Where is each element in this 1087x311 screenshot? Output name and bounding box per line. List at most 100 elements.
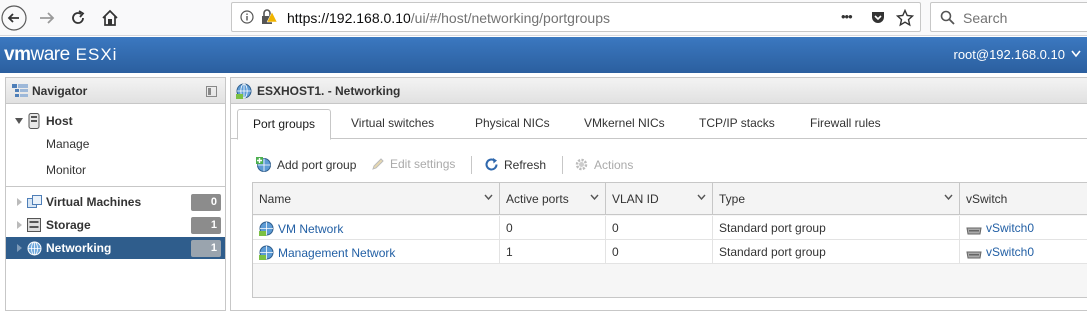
cell-vswitch[interactable]: vSwitch0 [960,240,1087,264]
collapse-panel-icon[interactable] [206,86,217,97]
column-header-vlan-id[interactable]: VLAN ID [606,183,713,215]
tab-physical-nics[interactable]: Physical NICs [475,116,550,130]
chevron-right-icon[interactable] [17,198,22,206]
port-group-icon [259,245,274,260]
toolbar-divider [562,156,563,174]
count-badge: 1 [191,240,221,257]
forward-arrow-icon [40,12,55,24]
reload-button[interactable] [64,4,92,32]
insecure-lock-icon[interactable] [260,9,278,25]
networking-panel: ESXHOST1. - Networking Port groups Virtu… [230,77,1087,311]
tab-firewall-rules[interactable]: Firewall rules [810,116,881,130]
chevron-down-icon[interactable] [590,194,599,200]
gear-icon [575,158,588,171]
navigator-panel: Navigator Host Manage Monitor Virtual Ma… [5,77,226,311]
column-header-type[interactable]: Type [713,183,960,215]
home-icon [102,9,118,26]
column-header-name[interactable]: Name [253,183,500,215]
tab-bar: Port groups Virtual switches Physical NI… [231,104,1087,140]
panel-header: ESXHOST1. - Networking [231,78,1087,104]
edit-settings-label: Edit settings [390,157,456,171]
chevron-down-icon[interactable] [484,194,493,200]
back-button[interactable] [0,4,28,32]
cell-active-ports: 0 [500,216,606,240]
sidebar-item-host[interactable]: Host [6,110,225,132]
column-header-active-ports[interactable]: Active ports [500,183,606,215]
vswitch-icon [966,227,982,235]
chevron-right-icon[interactable] [17,221,22,229]
url-text[interactable]: https://192.168.0.10/ui/#/host/networkin… [287,10,610,26]
sidebar-item-label: Manage [46,137,90,151]
sidebar-item-label: Storage [46,218,91,232]
cell-vswitch[interactable]: vSwitch0 [960,216,1087,240]
add-port-group-button[interactable]: Add port group [256,157,356,173]
brand-vm: vm [4,44,31,65]
url-bar[interactable]: https://192.168.0.10/ui/#/host/networkin… [231,2,921,32]
port-group-link[interactable]: VM Network [278,222,343,236]
expand-caret-icon[interactable] [15,118,23,124]
sidebar-item-label: Host [46,114,73,128]
forward-button[interactable] [33,4,61,32]
browser-toolbar: https://192.168.0.10/ui/#/host/networkin… [0,0,1087,36]
pocket-icon[interactable] [870,10,886,26]
home-button[interactable] [96,4,124,32]
cell-type: Standard port group [713,216,960,240]
column-label: vSwitch [966,192,1008,206]
tab-tcpip-stacks[interactable]: TCP/IP stacks [699,116,775,130]
column-label: VLAN ID [612,192,659,206]
tab-port-groups[interactable]: Port groups [237,109,332,140]
virtual-machines-icon [27,195,42,208]
reload-icon [72,10,85,24]
user-menu[interactable]: root@192.168.0.10 [953,47,1065,62]
refresh-button[interactable]: Refresh [484,157,546,172]
brand-product: ESXi [75,45,118,64]
port-group-link[interactable]: Management Network [278,246,395,260]
page-actions-menu-icon[interactable]: ••• [841,9,853,24]
sidebar-item-manage[interactable]: Manage [6,133,225,155]
column-label: Name [259,192,292,206]
sidebar-item-virtual-machines[interactable]: Virtual Machines 0 [6,191,225,213]
tab-virtual-switches[interactable]: Virtual switches [351,116,434,130]
chevron-down-icon[interactable] [1071,50,1081,58]
cell-vlan-id: 0 [606,240,713,264]
url-host: https://192.168.0.10 [287,10,411,26]
sidebar-item-label: Monitor [46,163,87,177]
table-row[interactable]: VM Network 0 0 Standard port group vSwit… [253,216,1087,240]
sidebar-item-label: Virtual Machines [46,195,142,209]
cell-name[interactable]: VM Network [253,216,500,240]
bookmark-star-icon[interactable] [896,9,914,27]
vswitch-link[interactable]: vSwitch0 [986,221,1034,235]
chevron-down-icon[interactable] [944,194,953,200]
cell-type: Standard port group [713,240,960,264]
table-row[interactable]: Management Network 1 0 Standard port gro… [253,240,1087,264]
sidebar-item-networking[interactable]: Networking 1 [6,237,225,259]
networking-globe-icon [236,83,252,99]
chevron-down-icon[interactable] [697,194,706,200]
search-placeholder: Search [963,10,1008,26]
search-input[interactable]: Search [930,2,1087,32]
back-arrow-icon [1,5,27,31]
actions-button[interactable]: Actions [574,157,633,172]
esxi-header: vmware ESXi root@192.168.0.10 [0,37,1087,73]
column-header-vswitch[interactable]: vSwitch [960,183,1087,215]
host-server-icon [28,113,40,129]
column-label: Type [719,192,746,206]
chevron-right-icon[interactable] [17,244,22,252]
page-title: ESXHOST1. - Networking [257,84,401,98]
edit-settings-button[interactable]: Edit settings [371,157,455,171]
tab-vmkernel-nics[interactable]: VMkernel NICs [584,116,665,130]
column-label: Active ports [506,192,569,206]
count-badge: 1 [191,217,221,234]
vswitch-link[interactable]: vSwitch0 [986,245,1034,259]
pencil-icon [372,158,384,170]
sidebar-item-storage[interactable]: Storage 1 [6,214,225,236]
sidebar-item-monitor[interactable]: Monitor [6,159,225,181]
divider [6,186,225,187]
refresh-label: Refresh [504,157,547,172]
cell-name[interactable]: Management Network [253,240,500,264]
search-icon [940,10,955,25]
port-groups-table: Name Active ports VLAN ID Type vSwitch V… [252,182,1087,298]
add-port-group-icon [256,157,271,172]
url-path: /ui/#/host/networking/portgroups [410,10,610,26]
info-icon[interactable] [240,10,254,24]
